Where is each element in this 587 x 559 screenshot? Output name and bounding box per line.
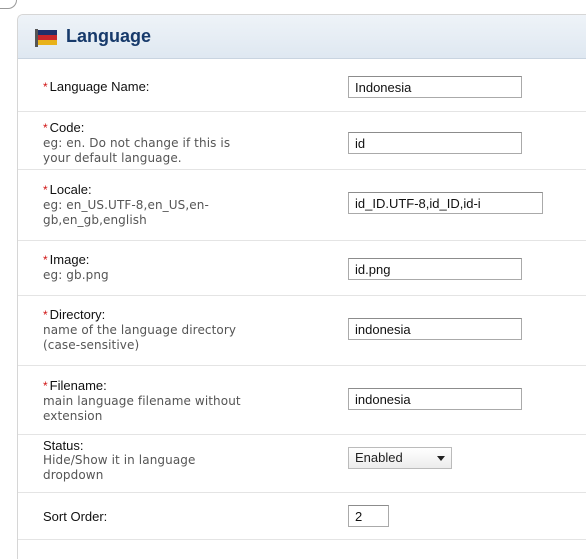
code-hint-line1: eg: en. Do not change if this is <box>43 136 231 150</box>
row-status: Status: Hide/Show it in language dropdow… <box>18 435 586 493</box>
code-label: * Code: <box>43 120 85 135</box>
status-hint-line1: Hide/Show it in language <box>43 453 196 467</box>
panel-header: Language <box>18 15 586 59</box>
filename-hint-line1: main language filename without <box>43 394 241 408</box>
filename-hint-line2: extension <box>43 409 103 423</box>
row-sort-order: Sort Order: <box>18 493 586 540</box>
status-label: Status: <box>43 438 84 453</box>
filename-label: * Filename: <box>43 378 107 393</box>
status-select-value: Enabled <box>355 450 403 465</box>
language-name-input[interactable] <box>348 76 522 98</box>
chevron-down-icon <box>437 456 445 461</box>
row-language-name: * Language Name: <box>18 59 586 112</box>
code-hint-line2: your default language. <box>43 151 182 165</box>
directory-hint-line2: (case-sensitive) <box>43 338 140 352</box>
status-select[interactable]: Enabled <box>348 447 452 469</box>
status-hint-line2: dropdown <box>43 468 104 482</box>
directory-input[interactable] <box>348 318 522 340</box>
image-hint: eg: gb.png <box>43 268 109 282</box>
panel-title: Language <box>66 26 152 46</box>
image-input[interactable] <box>348 258 522 280</box>
flag-icon <box>35 28 57 47</box>
row-image: * Image: eg: gb.png <box>18 241 586 296</box>
row-code: * Code: eg: en. Do not change if this is … <box>18 112 586 170</box>
sort-order-label: Sort Order: <box>43 509 108 524</box>
sort-order-input[interactable] <box>348 505 389 527</box>
row-directory: * Directory: name of the language directo… <box>18 296 586 366</box>
row-filename: * Filename: main language filename withou… <box>18 366 586 435</box>
locale-hint-line2: gb,en_gb,english <box>43 213 147 227</box>
directory-hint-line1: name of the language directory <box>43 323 237 337</box>
locale-label: * Locale: <box>43 182 92 197</box>
locale-hint-line1: eg: en_US.UTF-8,en_US,en- <box>43 198 209 212</box>
filename-input[interactable] <box>348 388 522 410</box>
language-name-label: * Language Name: <box>43 79 150 94</box>
code-input[interactable] <box>348 132 522 154</box>
directory-label: * Directory: <box>43 307 106 322</box>
locale-input[interactable] <box>348 192 543 214</box>
language-panel: Language *Language Name: *Code: eg: en. … <box>17 14 586 559</box>
row-locale: * Locale: eg: en_US.UTF-8,en_US,en- gb,en… <box>18 170 586 241</box>
image-label: * Image: <box>43 252 90 267</box>
corner-decoration <box>0 0 17 9</box>
